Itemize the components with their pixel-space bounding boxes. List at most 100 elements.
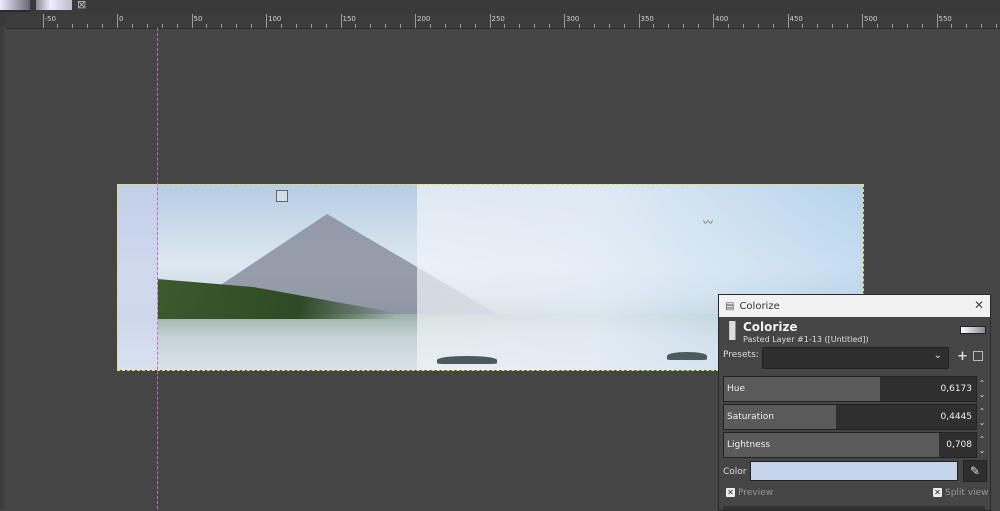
ruler-label: 550 xyxy=(938,15,952,23)
colorized-strip xyxy=(117,184,158,370)
ruler-major-tick xyxy=(415,14,416,28)
ruler-minor-tick xyxy=(310,24,312,28)
ruler-minor-tick xyxy=(429,24,431,28)
ruler-minor-tick xyxy=(802,24,804,28)
ruler-minor-tick xyxy=(593,24,595,28)
paint-roller-icon: ▐ xyxy=(723,321,736,340)
ruler-minor-tick xyxy=(236,24,238,28)
ruler-minor-tick xyxy=(444,24,446,28)
ruler-minor-tick xyxy=(951,24,953,28)
ruler-minor-tick xyxy=(72,24,74,28)
hue-stepper[interactable]: ⌃ ⌄ xyxy=(977,378,987,400)
ruler-minor-tick xyxy=(623,24,625,28)
ruler-minor-tick xyxy=(727,24,729,28)
saturation-stepper[interactable]: ⌃ ⌄ xyxy=(977,406,987,428)
ruler-major-tick xyxy=(564,14,565,28)
dialog-buttons[interactable] xyxy=(723,506,985,510)
ruler-minor-tick xyxy=(295,24,297,28)
ruler-minor-tick xyxy=(847,24,849,28)
dialog-titlebar[interactable]: ▤ Colorize ✕ xyxy=(719,295,990,317)
saturation-label: Saturation xyxy=(727,412,774,422)
eyedropper-icon[interactable]: ✎ xyxy=(963,460,987,482)
ruler-label: 50 xyxy=(193,15,203,23)
ruler-label: 0 xyxy=(119,15,124,23)
saturation-spinscale[interactable]: Saturation 0,4445 xyxy=(723,404,977,430)
vertical-ruler[interactable] xyxy=(0,28,4,509)
close-icon[interactable]: ✕ xyxy=(974,298,984,312)
ruler-minor-tick xyxy=(280,24,282,28)
lightness-spinscale[interactable]: Lightness 0,708 xyxy=(723,432,977,458)
dialog-window-title: Colorize xyxy=(739,300,780,312)
ruler-minor-tick xyxy=(400,24,402,28)
ruler-major-tick xyxy=(713,14,714,28)
image-tabs: ⊠ xyxy=(0,0,1000,14)
ruler-minor-tick xyxy=(176,24,178,28)
presets-combobox[interactable]: ⌄ xyxy=(762,347,949,369)
preview-label: Preview xyxy=(738,488,774,498)
ruler-minor-tick xyxy=(981,24,983,28)
ruler-minor-tick xyxy=(370,24,372,28)
ruler-minor-tick xyxy=(459,24,461,28)
ruler-minor-tick xyxy=(683,24,685,28)
ruler-major-tick xyxy=(862,14,863,28)
dialog-header-title: Colorize xyxy=(743,320,798,334)
paint-roller-icon: ▤ xyxy=(725,300,735,312)
color-button[interactable] xyxy=(750,461,958,481)
ruler-minor-tick xyxy=(251,24,253,28)
ruler-label: -50 xyxy=(44,15,56,23)
lightness-label: Lightness xyxy=(727,440,771,450)
vertical-guide[interactable] xyxy=(157,28,158,509)
ruler-label: 200 xyxy=(417,15,431,23)
ruler-label: 100 xyxy=(268,15,282,23)
plus-icon[interactable]: + xyxy=(957,349,968,364)
ruler-minor-tick xyxy=(131,24,133,28)
ruler-label: 300 xyxy=(566,15,580,23)
ruler-minor-tick xyxy=(996,24,998,28)
dialog-header: ▐ Colorize Pasted Layer #1-13 ([Untitled… xyxy=(719,317,990,349)
ruler-minor-tick xyxy=(146,24,148,28)
ruler-label: 400 xyxy=(715,15,729,23)
ruler-minor-tick xyxy=(608,24,610,28)
ruler-minor-tick xyxy=(385,24,387,28)
ruler-label: 500 xyxy=(864,15,878,23)
ruler-major-tick xyxy=(340,14,342,28)
ruler-major-tick xyxy=(489,14,491,28)
colorize-dialog: ▤ Colorize ✕ ▐ Colorize Pasted Layer #1-… xyxy=(718,294,991,511)
panel-menu-icon[interactable] xyxy=(973,351,983,361)
saturation-value: 0,4445 xyxy=(940,412,973,422)
transform-handle[interactable] xyxy=(276,190,288,202)
image-tab-1[interactable] xyxy=(0,0,30,12)
ruler-label: 450 xyxy=(789,15,803,23)
ruler-minor-tick xyxy=(742,24,744,28)
ruler-minor-tick xyxy=(87,24,89,28)
ruler-minor-tick xyxy=(772,24,774,28)
hue-fill xyxy=(724,377,880,401)
dialog-header-subtitle: Pasted Layer #1-13 ([Untitled]) xyxy=(743,335,869,344)
ruler-minor-tick xyxy=(906,24,908,28)
ruler-label: 250 xyxy=(491,15,505,23)
ruler-minor-tick xyxy=(221,24,223,28)
ruler-minor-tick xyxy=(817,24,819,28)
ruler-minor-tick xyxy=(578,24,580,28)
layer-thumbnail xyxy=(960,326,986,334)
hue-spinscale[interactable]: Hue 0,6173 xyxy=(723,376,977,402)
lightness-stepper[interactable]: ⌃ ⌄ xyxy=(977,434,987,456)
split-view-checkbox[interactable]: ✕ xyxy=(933,488,942,497)
image-tab-2[interactable] xyxy=(36,0,72,10)
tab-close-icon[interactable]: ⊠ xyxy=(77,0,86,11)
ruler-minor-tick xyxy=(325,24,327,28)
bird-icon: 〰 xyxy=(703,218,713,229)
ruler-minor-tick xyxy=(832,24,834,28)
ruler-minor-tick xyxy=(891,24,893,28)
ruler-major-tick xyxy=(787,14,789,28)
ruler-minor-tick xyxy=(549,24,551,28)
ruler-minor-tick xyxy=(757,24,759,28)
ruler-minor-tick xyxy=(698,24,700,28)
rock-shape xyxy=(667,352,707,360)
ruler-major-tick xyxy=(936,14,938,28)
ruler-major-tick xyxy=(117,14,118,28)
ruler-minor-tick xyxy=(102,24,104,28)
ruler-minor-tick xyxy=(966,24,968,28)
horizontal-ruler[interactable]: -50 0 50 100 150 200 250 300 350 400 450 500 550 xyxy=(6,14,1000,29)
preview-checkbox[interactable]: ✕ xyxy=(726,488,735,497)
